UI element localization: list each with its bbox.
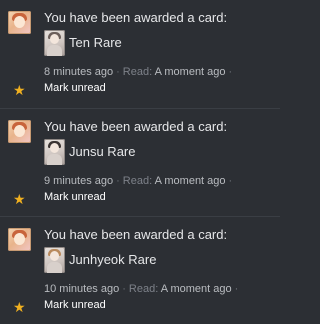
notification-title: You have been awarded a card: [44, 227, 228, 242]
notification-list: You have been awarded a card: Ten Rare 8… [0, 0, 280, 324]
read-time: A moment ago [154, 66, 226, 78]
card-name[interactable]: Ten Rare [69, 35, 122, 51]
card-thumbnail[interactable] [44, 30, 65, 56]
card-thumbnail[interactable] [44, 247, 65, 273]
separator: · [122, 283, 126, 295]
notification-time: 8 minutes ago [44, 66, 114, 78]
notification-meta: 9 minutes ago · Read: A moment ago · [44, 175, 235, 188]
mark-unread-link[interactable]: Mark unread [44, 82, 106, 95]
notification-item: You have been awarded a card: Ten Rare 8… [0, 0, 280, 108]
read-time: A moment ago [154, 175, 226, 187]
card-name[interactable]: Junsu Rare [69, 144, 135, 160]
mark-unread-link[interactable]: Mark unread [44, 299, 106, 312]
separator: · [228, 175, 233, 187]
separator: · [116, 175, 120, 187]
notification-item: You have been awarded a card: Junsu Rare… [0, 108, 280, 216]
separator: · [116, 66, 120, 78]
read-label: Read: [122, 175, 153, 187]
awarded-card[interactable]: Junsu Rare [44, 139, 135, 165]
notification-title: You have been awarded a card: [44, 119, 228, 134]
read-label: Read: [122, 66, 153, 78]
sender-avatar[interactable] [8, 228, 31, 251]
notification-meta: 8 minutes ago · Read: A moment ago · [44, 66, 235, 79]
read-label: Read: [128, 283, 159, 295]
awarded-card[interactable]: Junhyeok Rare [44, 247, 156, 273]
notification-item: You have been awarded a card: Junhyeok R… [0, 216, 280, 324]
sender-avatar[interactable] [8, 120, 31, 143]
star-icon[interactable]: ★ [13, 192, 26, 206]
star-icon[interactable]: ★ [13, 300, 26, 314]
read-time: A moment ago [160, 283, 232, 295]
star-icon[interactable]: ★ [13, 83, 26, 97]
card-thumbnail[interactable] [44, 139, 65, 165]
separator: · [234, 283, 239, 295]
mark-unread-link[interactable]: Mark unread [44, 191, 106, 204]
notification-title: You have been awarded a card: [44, 10, 228, 25]
notification-time: 9 minutes ago [44, 175, 114, 187]
notification-time: 10 minutes ago [44, 283, 120, 295]
separator: · [228, 66, 233, 78]
awarded-card[interactable]: Ten Rare [44, 30, 122, 56]
card-name[interactable]: Junhyeok Rare [69, 252, 156, 268]
notification-meta: 10 minutes ago · Read: A moment ago · [44, 283, 241, 296]
sender-avatar[interactable] [8, 11, 31, 34]
